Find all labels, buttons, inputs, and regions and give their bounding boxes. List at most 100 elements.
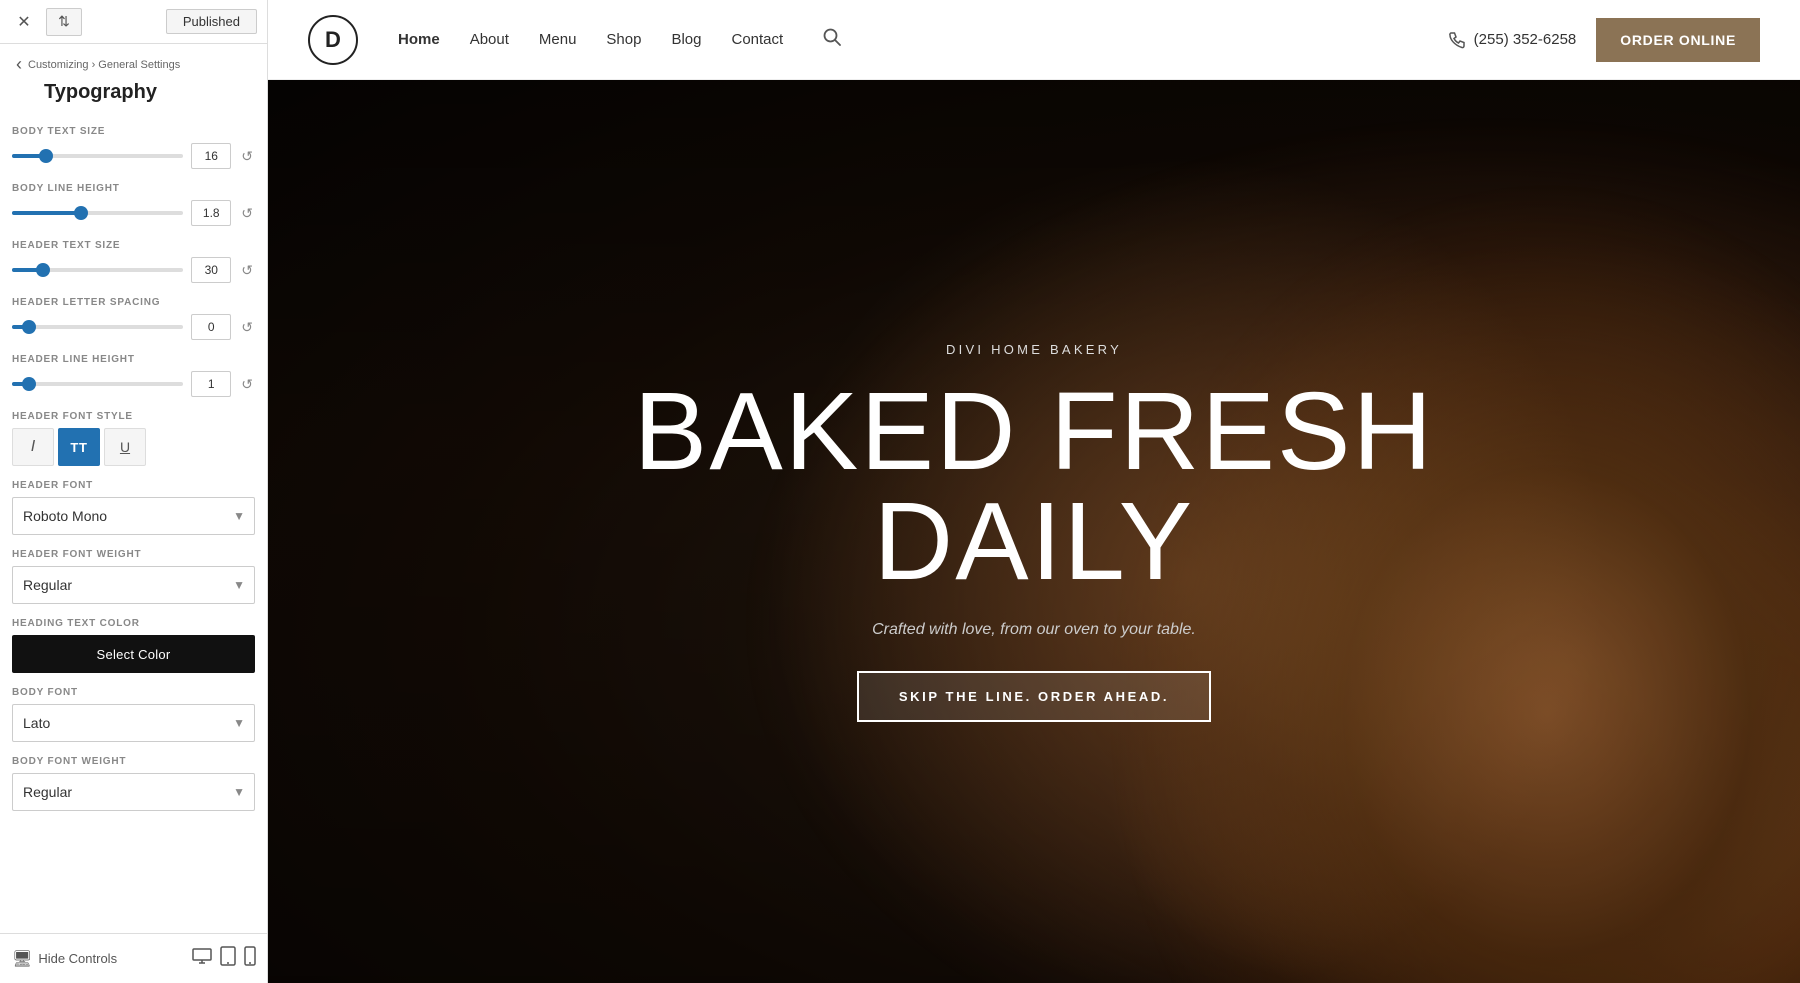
- phone-number: (255) 352-6258: [1474, 31, 1577, 48]
- body-font-weight-select[interactable]: Regular Bold Light Medium: [12, 773, 255, 811]
- desktop-view-button[interactable]: [192, 946, 212, 971]
- hero-subtitle: DIVI HOME BAKERY: [634, 342, 1434, 357]
- body-line-height-group: BODY LINE HEIGHT 1.8 ↺: [12, 183, 255, 226]
- order-online-button[interactable]: ORDER ONLINE: [1596, 18, 1760, 62]
- nav-contact[interactable]: Contact: [732, 31, 784, 48]
- header-letter-spacing-track[interactable]: [12, 325, 183, 329]
- panel-topbar: ✕ ⇅ Published: [0, 0, 267, 44]
- heading-text-color-group: HEADING TEXT COLOR Select Color: [12, 618, 255, 673]
- left-panel: ✕ ⇅ Published ‹ Customizing › General Se…: [0, 0, 268, 983]
- header-line-height-row: 1 ↺: [12, 371, 255, 397]
- nav-blog[interactable]: Blog: [671, 31, 701, 48]
- body-font-weight-group: BODY FONT WEIGHT Regular Bold Light Medi…: [12, 756, 255, 811]
- search-icon[interactable]: [823, 28, 841, 51]
- header-text-size-row: 30 ↺: [12, 257, 255, 283]
- breadcrumb-path: Customizing › General Settings: [28, 59, 180, 71]
- body-text-size-reset[interactable]: ↺: [239, 146, 255, 167]
- close-button[interactable]: ✕: [10, 8, 38, 36]
- hide-controls-label: Hide Controls: [38, 951, 117, 966]
- header-letter-spacing-group: HEADER LETTER SPACING 0 ↺: [12, 297, 255, 340]
- panel-bottom-bar: 🖥 Hide Controls: [0, 933, 268, 983]
- heading-text-color-label: HEADING TEXT COLOR: [12, 618, 255, 629]
- settings-panel: BODY TEXT SIZE 16 ↺ BODY LINE HEIGHT 1.8…: [0, 116, 267, 983]
- header-font-select[interactable]: Roboto Mono Open Sans Lato Montserrat: [12, 497, 255, 535]
- nav-home[interactable]: Home: [398, 31, 440, 48]
- header-line-height-reset[interactable]: ↺: [239, 374, 255, 395]
- header-font-weight-label: HEADER FONT WEIGHT: [12, 549, 255, 560]
- monitor-icon: 🖥: [12, 949, 32, 969]
- header-text-size-value[interactable]: 30: [191, 257, 231, 283]
- body-line-height-fill: [12, 211, 81, 215]
- bold-button[interactable]: TT: [58, 428, 100, 466]
- header-text-size-group: HEADER TEXT SIZE 30 ↺: [12, 240, 255, 283]
- header-font-weight-group: HEADER FONT WEIGHT Regular Bold Light Me…: [12, 549, 255, 604]
- back-button[interactable]: ‹: [16, 54, 22, 75]
- header-text-size-track[interactable]: [12, 268, 183, 272]
- header-letter-spacing-row: 0 ↺: [12, 314, 255, 340]
- header-letter-spacing-value[interactable]: 0: [191, 314, 231, 340]
- body-line-height-reset[interactable]: ↺: [239, 203, 255, 224]
- header-font-weight-dropdown-row: Regular Bold Light Medium ▼: [12, 566, 255, 604]
- hero-content: DIVI HOME BAKERY BAKED FRESH DAILY Craft…: [614, 342, 1454, 722]
- nav-links: Home About Menu Shop Blog Contact: [398, 28, 1448, 51]
- body-text-size-row: 16 ↺: [12, 143, 255, 169]
- body-font-weight-dropdown-row: Regular Bold Light Medium ▼: [12, 773, 255, 811]
- header-line-height-label: HEADER LINE HEIGHT: [12, 354, 255, 365]
- header-font-style-label: HEADER FONT STYLE: [12, 411, 255, 422]
- body-text-size-track[interactable]: [12, 154, 183, 158]
- hide-controls-button[interactable]: 🖥 Hide Controls: [12, 949, 117, 969]
- header-letter-spacing-reset[interactable]: ↺: [239, 317, 255, 338]
- body-text-size-group: BODY TEXT SIZE 16 ↺: [12, 126, 255, 169]
- breadcrumb: ‹ Customizing › General Settings: [0, 44, 267, 79]
- header-letter-spacing-thumb[interactable]: [22, 320, 36, 334]
- site-preview: D Home About Menu Shop Blog Contact (255…: [268, 0, 1800, 983]
- body-font-group: BODY FONT Lato Open Sans Roboto Montserr…: [12, 687, 255, 742]
- body-line-height-value[interactable]: 1.8: [191, 200, 231, 226]
- site-logo: D: [308, 15, 358, 65]
- underline-button[interactable]: U: [104, 428, 146, 466]
- header-line-height-track[interactable]: [12, 382, 183, 386]
- header-line-height-group: HEADER LINE HEIGHT 1 ↺: [12, 354, 255, 397]
- body-font-dropdown-row: Lato Open Sans Roboto Montserrat ▼: [12, 704, 255, 742]
- header-font-weight-select[interactable]: Regular Bold Light Medium: [12, 566, 255, 604]
- heading-color-select-button[interactable]: Select Color: [12, 635, 255, 673]
- header-font-dropdown-row: Roboto Mono Open Sans Lato Montserrat ▼: [12, 497, 255, 535]
- nav-shop[interactable]: Shop: [606, 31, 641, 48]
- header-text-size-reset[interactable]: ↺: [239, 260, 255, 281]
- body-font-select[interactable]: Lato Open Sans Roboto Montserrat: [12, 704, 255, 742]
- page-title: Typography: [0, 79, 267, 116]
- body-line-height-row: 1.8 ↺: [12, 200, 255, 226]
- hero-description: Crafted with love, from our oven to your…: [634, 621, 1434, 639]
- hero-cta-button[interactable]: SKIP THE LINE. ORDER AHEAD.: [857, 671, 1211, 722]
- body-line-height-label: BODY LINE HEIGHT: [12, 183, 255, 194]
- hero-title-line2: DAILY: [874, 480, 1195, 603]
- italic-button[interactable]: I: [12, 428, 54, 466]
- published-button[interactable]: Published: [166, 9, 257, 34]
- body-line-height-thumb[interactable]: [74, 206, 88, 220]
- phone-icon: [1448, 31, 1466, 49]
- body-text-size-thumb[interactable]: [39, 149, 53, 163]
- header-font-group: HEADER FONT Roboto Mono Open Sans Lato M…: [12, 480, 255, 535]
- header-text-size-label: HEADER TEXT SIZE: [12, 240, 255, 251]
- nav-about[interactable]: About: [470, 31, 509, 48]
- header-line-height-value[interactable]: 1: [191, 371, 231, 397]
- body-font-weight-label: BODY FONT WEIGHT: [12, 756, 255, 767]
- tablet-view-button[interactable]: [220, 946, 236, 971]
- site-navigation: D Home About Menu Shop Blog Contact (255…: [268, 0, 1800, 80]
- body-font-label: BODY FONT: [12, 687, 255, 698]
- hero-title: BAKED FRESH DAILY: [634, 377, 1434, 597]
- body-text-size-value[interactable]: 16: [191, 143, 231, 169]
- mobile-view-button[interactable]: [244, 946, 256, 971]
- hero-section: DIVI HOME BAKERY BAKED FRESH DAILY Craft…: [268, 80, 1800, 983]
- history-arrows-button[interactable]: ⇅: [46, 8, 82, 36]
- header-line-height-thumb[interactable]: [22, 377, 36, 391]
- header-font-label: HEADER FONT: [12, 480, 255, 491]
- hero-title-line1: BAKED FRESH: [634, 370, 1434, 493]
- header-text-size-thumb[interactable]: [36, 263, 50, 277]
- device-switcher: [192, 946, 256, 971]
- nav-phone: (255) 352-6258: [1448, 31, 1577, 49]
- nav-menu[interactable]: Menu: [539, 31, 577, 48]
- header-font-style-group: HEADER FONT STYLE I TT U: [12, 411, 255, 466]
- body-line-height-track[interactable]: [12, 211, 183, 215]
- body-text-size-label: BODY TEXT SIZE: [12, 126, 255, 137]
